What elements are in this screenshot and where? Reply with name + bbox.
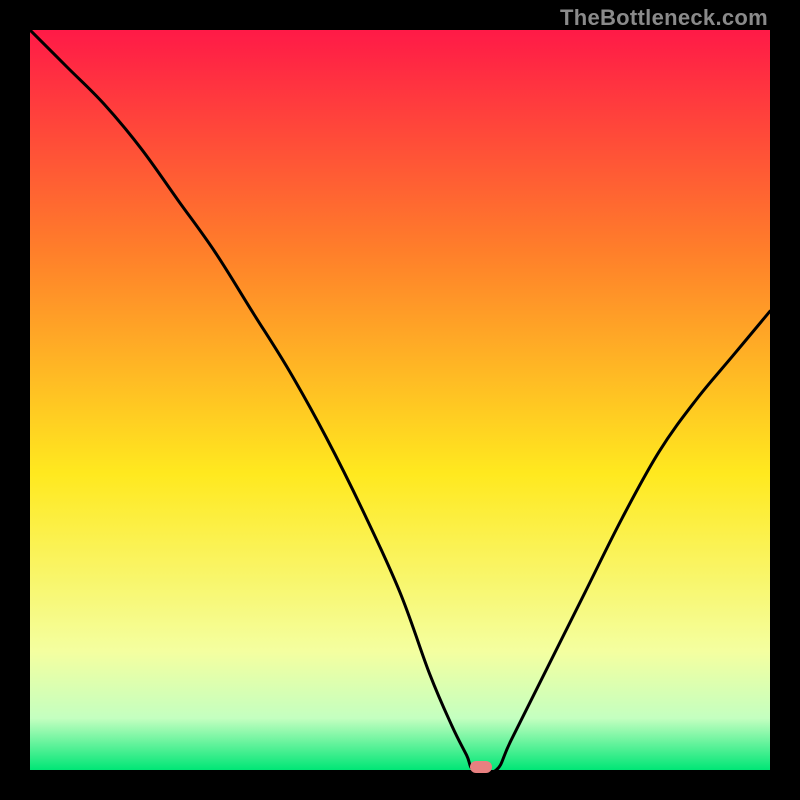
optimal-marker xyxy=(470,761,492,773)
bottleneck-curve xyxy=(30,30,770,770)
chart-container: TheBottleneck.com xyxy=(0,0,800,800)
curve-layer xyxy=(30,30,770,770)
watermark: TheBottleneck.com xyxy=(560,5,768,31)
plot-area xyxy=(30,30,770,770)
